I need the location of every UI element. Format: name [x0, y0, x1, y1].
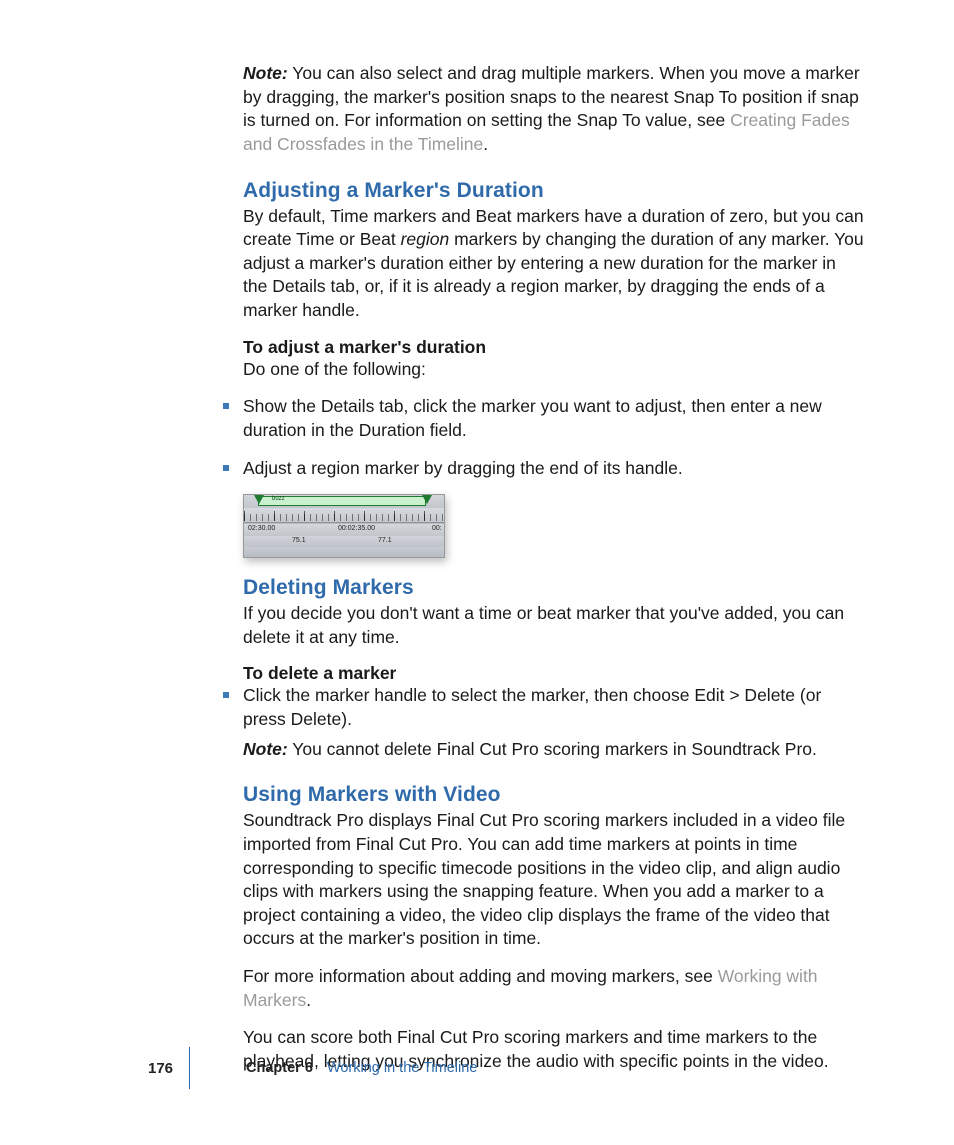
document-page: Note: You can also select and drag multi… — [0, 0, 954, 1145]
chapter-title: Working in the Timeline — [327, 1060, 477, 1076]
timeline-marker-row: buzz — [244, 495, 444, 509]
footer-divider — [189, 1047, 190, 1089]
timeline-ruler — [244, 508, 444, 523]
subhead-delete-marker: To delete a marker — [243, 663, 864, 684]
heading-deleting-markers: Deleting Markers — [243, 576, 864, 600]
list-item: Show the Details tab, click the marker y… — [223, 395, 864, 442]
ruler-major-ticks — [244, 508, 444, 522]
page-number: 176 — [148, 1060, 185, 1077]
marker-handle-icon — [254, 495, 264, 504]
marker-handle-icon — [422, 495, 432, 504]
note-text-b: . — [483, 134, 488, 154]
sec3-para2: For more information about adding and mo… — [243, 965, 864, 1012]
list-item: Click the marker handle to select the ma… — [223, 684, 864, 761]
beat-label: 75.1 — [292, 537, 306, 544]
subtext-do-one: Do one of the following: — [243, 358, 864, 382]
sec1-para-italic: region — [401, 229, 450, 249]
note-label: Note: — [243, 739, 288, 759]
bullet-list-adjust: Show the Details tab, click the marker y… — [243, 395, 864, 480]
region-marker-label: buzz — [272, 496, 285, 502]
timecode-label: 00: — [432, 525, 442, 532]
delete-note: Note: You cannot delete Final Cut Pro sc… — [243, 738, 864, 762]
beat-label: 77.1 — [378, 537, 392, 544]
subhead-adjust-duration: To adjust a marker's duration — [243, 337, 864, 358]
delete-note-text: You cannot delete Final Cut Pro scoring … — [292, 739, 817, 759]
chapter-label: Chapter 6 — [246, 1060, 313, 1076]
timecode-label: 00:02:35.00 — [338, 525, 375, 532]
list-item: Adjust a region marker by dragging the e… — [223, 457, 864, 481]
note-paragraph: Note: You can also select and drag multi… — [243, 62, 864, 157]
sec3-para2a: For more information about adding and mo… — [243, 966, 718, 986]
bullet-list-delete: Click the marker handle to select the ma… — [243, 684, 864, 761]
sec2-paragraph: If you decide you don't want a time or b… — [243, 602, 864, 649]
page-footer: 176 Chapter 6 Working in the Timeline — [0, 1047, 954, 1089]
delete-bullet-text: Click the marker handle to select the ma… — [243, 685, 821, 729]
heading-adjusting-duration: Adjusting a Marker's Duration — [243, 179, 864, 203]
sec3-para2b: . — [306, 990, 311, 1010]
timeline-figure: buzz 02:30.00 00:02:35.00 00: 75.1 77.1 — [243, 494, 445, 558]
heading-using-markers-video: Using Markers with Video — [243, 783, 864, 807]
note-label: Note: — [243, 63, 288, 83]
timeline-bottom-row — [244, 547, 444, 557]
sec1-paragraph: By default, Time markers and Beat marker… — [243, 205, 864, 323]
timecode-label: 02:30.00 — [248, 525, 275, 532]
sec3-para1: Soundtrack Pro displays Final Cut Pro sc… — [243, 809, 864, 951]
